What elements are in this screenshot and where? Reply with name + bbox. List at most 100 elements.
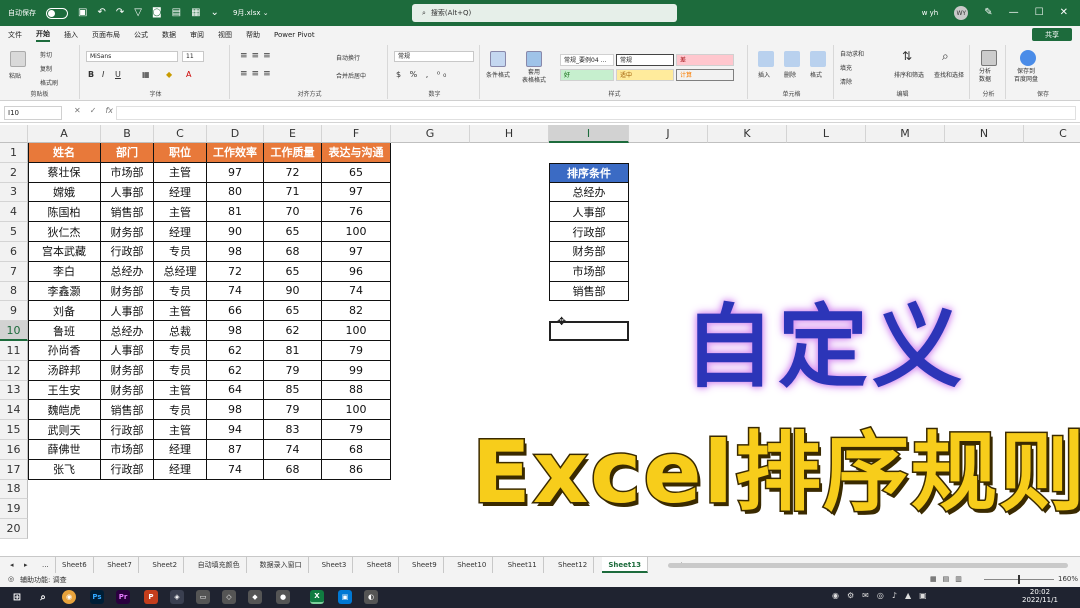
row-header[interactable]: 13 <box>0 380 28 401</box>
table-cell[interactable]: 68 <box>322 440 391 460</box>
table-cell[interactable]: 98 <box>207 242 264 262</box>
wrap-text-button[interactable]: 自动换行 <box>336 53 360 62</box>
vertical-align-icons[interactable]: ≡≡≡ <box>240 51 275 61</box>
cut-button[interactable]: 剪切 <box>40 50 52 59</box>
table-cell[interactable]: 62 <box>207 360 264 381</box>
table-format-button[interactable]: 套用 表格格式 <box>522 69 546 85</box>
table-cell[interactable]: 销售部 <box>101 202 154 223</box>
tab-insert[interactable]: 插入 <box>64 30 78 40</box>
sheet-tab-ellipsis[interactable]: ... <box>36 557 56 573</box>
tab-help[interactable]: 帮助 <box>246 30 260 40</box>
table-cell[interactable]: 74 <box>322 281 391 302</box>
row-header[interactable]: 12 <box>0 360 28 381</box>
sheet-tab[interactable]: Sheet2 <box>146 557 185 573</box>
close-icon[interactable]: ✕ <box>1060 8 1068 18</box>
bold-button[interactable]: B <box>88 70 94 79</box>
start-icon[interactable]: ⊞ <box>10 590 24 604</box>
font-size-select[interactable]: 11 <box>182 51 204 62</box>
tab-data[interactable]: 数据 <box>162 30 176 40</box>
table-cell[interactable]: 魏皑虎 <box>28 400 101 421</box>
sort-condition-item[interactable]: 人事部 <box>549 202 629 223</box>
style-normal[interactable]: 常规 <box>616 54 674 66</box>
sheet-tab[interactable]: Sheet7 <box>101 557 139 573</box>
italic-button[interactable]: I <box>102 70 104 79</box>
column-header[interactable]: A <box>28 125 101 143</box>
insert-cells-button[interactable]: 插入 <box>758 70 770 79</box>
tab-formulas[interactable]: 公式 <box>134 30 148 40</box>
app4-icon[interactable]: ● <box>276 590 290 604</box>
system-tray-icons[interactable]: ◉⚙✉◎♪▲▣ <box>832 591 935 600</box>
row-header[interactable]: 2 <box>0 162 28 183</box>
table-cell[interactable]: 76 <box>322 202 391 223</box>
column-header[interactable]: I <box>549 125 629 143</box>
style-bad[interactable]: 差 <box>676 54 734 66</box>
table-cell[interactable]: 行政部 <box>101 459 154 480</box>
table-cell[interactable]: 专员 <box>154 360 207 381</box>
taskbar-search-icon[interactable]: ⌕ <box>36 590 50 604</box>
table-cell[interactable]: 专员 <box>154 242 207 262</box>
column-header[interactable]: C <box>1024 125 1080 143</box>
table-cell[interactable]: 74 <box>264 440 322 460</box>
cloud-icon[interactable] <box>1020 50 1036 66</box>
table-cell[interactable]: 总裁 <box>154 321 207 341</box>
row-header[interactable]: 19 <box>0 499 28 520</box>
maximize-icon[interactable]: ☐ <box>1035 8 1044 18</box>
table-cell[interactable]: 90 <box>207 222 264 242</box>
table-cell[interactable]: 100 <box>322 222 391 242</box>
table-cell[interactable]: 主管 <box>154 380 207 401</box>
view-mode-icons[interactable]: ▦▤▥ <box>930 575 968 583</box>
table-cell[interactable]: 72 <box>207 261 264 282</box>
table-cell[interactable]: 蔡壮保 <box>28 162 101 183</box>
table-cell[interactable]: 86 <box>322 459 391 480</box>
excel-icon[interactable]: X <box>310 590 324 604</box>
column-header[interactable]: D <box>207 125 264 143</box>
sort-conditions-header[interactable]: 排序条件 <box>549 162 629 183</box>
table-cell[interactable]: 98 <box>207 321 264 341</box>
app6-icon[interactable]: ◐ <box>364 590 378 604</box>
column-header[interactable]: G <box>391 125 470 143</box>
underline-button[interactable]: U <box>115 70 121 79</box>
table-cell[interactable]: 鲁班 <box>28 321 101 341</box>
table-cell[interactable]: 68 <box>264 459 322 480</box>
column-header[interactable]: B <box>101 125 154 143</box>
row-header[interactable]: 18 <box>0 479 28 500</box>
sheet-tab[interactable]: Sheet8 <box>361 557 399 573</box>
table-cell[interactable]: 刘备 <box>28 301 101 322</box>
table-cell[interactable]: 65 <box>322 162 391 183</box>
number-format-icons[interactable]: $ % , ⁰₀ <box>396 70 449 79</box>
row-header[interactable]: 9 <box>0 301 28 322</box>
table-cell[interactable]: 王生安 <box>28 380 101 401</box>
folder-icon[interactable]: ▭ <box>196 590 210 604</box>
table-cell[interactable]: 宫本武藏 <box>28 242 101 262</box>
table-cell[interactable]: 主管 <box>154 202 207 223</box>
customize-qat-icon[interactable]: ⌄ <box>211 8 219 18</box>
conditional-format-icon[interactable] <box>490 51 506 67</box>
autosave-toggle[interactable] <box>46 7 68 19</box>
table-cell[interactable]: 李鑫灏 <box>28 281 101 302</box>
table-cell[interactable]: 财务部 <box>101 380 154 401</box>
sheet-tab[interactable]: Sheet9 <box>406 557 444 573</box>
sort-condition-item[interactable]: 总经办 <box>549 182 629 203</box>
sort-condition-item[interactable]: 市场部 <box>549 261 629 282</box>
table-cell[interactable]: 65 <box>264 301 322 322</box>
table-header-cell[interactable]: 部门 <box>101 143 154 163</box>
paste-button[interactable]: 粘贴 <box>9 71 21 80</box>
table-cell[interactable]: 71 <box>264 182 322 203</box>
table-header-cell[interactable]: 工作效率 <box>207 143 264 163</box>
tab-review[interactable]: 审阅 <box>190 30 204 40</box>
avatar[interactable]: WY <box>954 6 969 20</box>
table-cell[interactable]: 65 <box>264 222 322 242</box>
table-cell[interactable]: 65 <box>264 261 322 282</box>
table-cell[interactable]: 销售部 <box>101 400 154 421</box>
autosum-button[interactable]: 自动求和 <box>840 49 864 58</box>
table-cell[interactable]: 汤辟邦 <box>28 360 101 381</box>
row-header[interactable]: 1 <box>0 143 28 163</box>
table-cell[interactable]: 85 <box>264 380 322 401</box>
row-header[interactable]: 7 <box>0 261 28 282</box>
table-cell[interactable]: 李白 <box>28 261 101 282</box>
table-cell[interactable]: 市场部 <box>101 162 154 183</box>
table-cell[interactable]: 97 <box>207 162 264 183</box>
table-cell[interactable]: 94 <box>207 420 264 440</box>
table-cell[interactable]: 98 <box>207 400 264 421</box>
premiere-icon[interactable]: Pr <box>116 590 130 604</box>
